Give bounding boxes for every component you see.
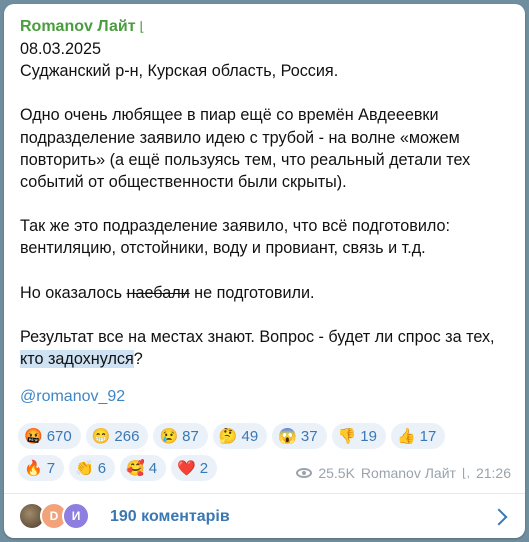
reaction-chip[interactable]: 🔥 7	[18, 455, 65, 481]
reaction-emoji-icon: 🤔	[218, 427, 238, 445]
reaction-count: 6	[97, 459, 107, 477]
highlighted-text: кто задохнулся	[20, 350, 134, 369]
reaction-chip[interactable]: 😁 266	[85, 423, 149, 449]
reaction-count: 266	[114, 427, 140, 445]
reaction-emoji-icon: 🥰	[126, 459, 145, 477]
reaction-count: 49	[241, 427, 259, 445]
reaction-emoji-icon: 👎	[337, 427, 357, 445]
reaction-emoji-icon: 👍	[396, 427, 416, 445]
channel-header[interactable]: Romanov Лайт ⌊	[20, 16, 511, 38]
comments-bar[interactable]: D И 190 коментарів	[18, 500, 511, 534]
paragraph-3: Но оказалось наебали не подготовили.	[20, 282, 511, 304]
reactions-row-1: 🤬 670 😁 266 😢 87 🤔 49 😱 37 👎 19 👍 17	[18, 423, 518, 449]
channel-mention-link[interactable]: @romanov_92	[20, 388, 511, 406]
paragraph-3-end: не подготовили.	[189, 283, 315, 302]
reaction-emoji-icon: 👏	[75, 459, 94, 477]
channel-name[interactable]: Romanov Лайт	[20, 18, 136, 36]
message-content: Romanov Лайт ⌊ 08.03.2025 Суджанский р-н…	[20, 16, 511, 406]
message-text: 08.03.2025 Суджанский р-н, Курская облас…	[20, 38, 511, 370]
reaction-count: 87	[182, 427, 199, 445]
message-card: Romanov Лайт ⌊ 08.03.2025 Суджанский р-н…	[4, 4, 525, 538]
bookmark-icon: ⌊,	[461, 466, 470, 480]
post-date: 08.03.2025	[20, 40, 102, 58]
comments-count-label[interactable]: 190 коментарів	[110, 508, 493, 526]
reaction-emoji-icon: 😢	[159, 427, 179, 445]
reaction-chip[interactable]: 😢 87	[153, 423, 208, 449]
reaction-chip[interactable]: 🤔 49	[212, 423, 268, 449]
paragraph-2: Так же это подразделение заявило, что вс…	[20, 217, 450, 258]
paragraph-4-main: Результат все на местах знают. Вопрос - …	[20, 327, 495, 346]
reaction-chip[interactable]: 👍 17	[390, 423, 446, 449]
reaction-emoji-icon: ❤️	[177, 459, 196, 477]
reaction-count: 2	[199, 459, 209, 477]
chevron-right-icon[interactable]	[490, 508, 508, 526]
reaction-chip[interactable]: 👏 6	[69, 455, 116, 481]
reaction-count: 670	[46, 427, 72, 445]
strikethrough-word: наебали	[126, 283, 190, 302]
reaction-count: 7	[46, 459, 56, 477]
reaction-chip[interactable]: ❤️ 2	[171, 455, 218, 481]
reaction-chip[interactable]: 😱 37	[272, 423, 327, 449]
bookmark-icon: ⌊	[139, 19, 145, 34]
reaction-count: 19	[360, 427, 377, 445]
commenter-avatars: D И	[18, 502, 102, 532]
reaction-count: 17	[419, 427, 437, 445]
reaction-count: 37	[300, 427, 318, 445]
author-signature: Romanov Лайт	[360, 465, 456, 481]
eye-icon	[296, 468, 313, 478]
reaction-emoji-icon: 🤬	[24, 427, 43, 445]
message-meta: 25.5K Romanov Лайт ⌊, 21:26	[296, 465, 511, 481]
paragraph-4-end: ?	[133, 350, 143, 369]
reaction-emoji-icon: 😱	[278, 427, 297, 445]
post-location: Суджанский р-н, Курская область, Россия.	[20, 62, 339, 81]
paragraph-4: Результат все на местах знают. Вопрос - …	[20, 326, 511, 370]
reaction-emoji-icon: 😁	[91, 427, 111, 445]
reaction-chip[interactable]: 🤬 670	[18, 423, 81, 449]
paragraph-3-start: Но оказалось	[20, 283, 127, 302]
reaction-emoji-icon: 🔥	[24, 459, 43, 477]
reaction-chip[interactable]: 🥰 4	[120, 455, 167, 481]
post-time: 21:26	[475, 465, 511, 481]
avatar: И	[62, 502, 90, 530]
divider	[4, 493, 525, 494]
reaction-chip[interactable]: 👎 19	[331, 423, 386, 449]
reaction-count: 4	[148, 459, 158, 477]
view-count: 25.5K	[318, 465, 355, 481]
paragraph-1: Одно очень любящее в пиар ещё со времён …	[20, 106, 471, 192]
